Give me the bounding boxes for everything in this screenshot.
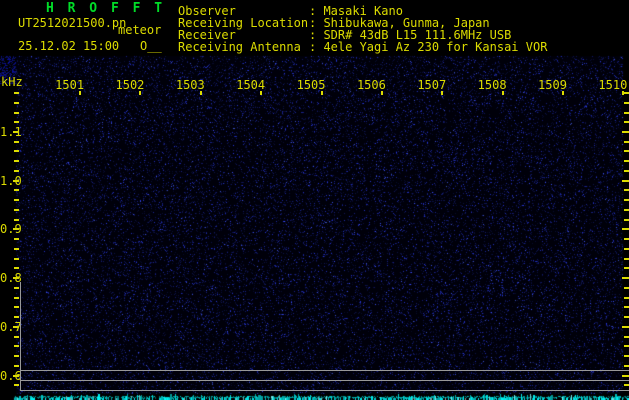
time-axis-label: 1508 bbox=[477, 78, 507, 92]
freq-minor-tick-left bbox=[14, 258, 19, 260]
freq-minor-tick-left bbox=[14, 121, 19, 123]
freq-major-tick-left bbox=[13, 326, 19, 328]
info-label: Receiving Antenna bbox=[178, 40, 301, 54]
freq-minor-tick-right bbox=[624, 297, 629, 299]
time-axis-tick bbox=[260, 91, 262, 95]
time-axis-label: 1506 bbox=[356, 78, 386, 92]
freq-minor-tick-right bbox=[624, 150, 629, 152]
app-title: H R O F F T bbox=[46, 1, 166, 16]
time-axis-tick bbox=[381, 91, 383, 95]
freq-minor-tick-left bbox=[14, 170, 19, 172]
freq-minor-tick-right bbox=[624, 306, 629, 308]
freq-minor-tick-left bbox=[14, 141, 19, 143]
freq-minor-tick-left bbox=[14, 287, 19, 289]
freq-major-tick-right bbox=[622, 180, 629, 182]
freq-major-tick-left bbox=[13, 180, 19, 182]
freq-minor-tick-left bbox=[14, 384, 19, 386]
freq-minor-tick-left bbox=[14, 316, 19, 318]
freq-minor-tick-left bbox=[14, 336, 19, 338]
freq-minor-tick-left bbox=[14, 297, 19, 299]
time-axis-tick bbox=[441, 91, 443, 95]
freq-major-tick-left bbox=[13, 131, 19, 133]
freq-minor-tick-left bbox=[14, 150, 19, 152]
freq-major-tick-right bbox=[622, 131, 629, 133]
freq-minor-tick-right bbox=[624, 102, 629, 104]
time-axis-label: 1510 bbox=[598, 78, 628, 92]
freq-minor-tick-right bbox=[624, 209, 629, 211]
time-axis-label: 1505 bbox=[296, 78, 326, 92]
freq-minor-tick-left bbox=[14, 112, 19, 114]
freq-minor-tick-right bbox=[624, 355, 629, 357]
signal-level-line bbox=[20, 380, 629, 381]
freq-major-tick-right bbox=[622, 375, 629, 377]
freq-minor-tick-left bbox=[14, 238, 19, 240]
freq-minor-tick-left bbox=[14, 248, 19, 250]
time-axis-tick bbox=[321, 91, 323, 95]
info-row-receiving-antenna: Receiving Antenna : 4ele Yagi Az 230 for … bbox=[178, 41, 547, 53]
freq-minor-tick-right bbox=[624, 238, 629, 240]
signal-level-line bbox=[20, 390, 629, 391]
freq-minor-tick-left bbox=[14, 345, 19, 347]
time-axis-tick bbox=[562, 91, 564, 95]
freq-minor-tick-right bbox=[624, 336, 629, 338]
plot-vertical-axis-line bbox=[20, 282, 21, 390]
freq-minor-tick-left bbox=[14, 189, 19, 191]
freq-minor-tick-right bbox=[624, 160, 629, 162]
spectrogram-canvas bbox=[0, 0, 629, 400]
info-value: : 4ele Yagi Az 230 for Kansai VOR bbox=[309, 40, 548, 54]
freq-major-tick-left bbox=[13, 375, 19, 377]
freq-minor-tick-right bbox=[624, 112, 629, 114]
freq-minor-tick-right bbox=[624, 345, 629, 347]
freq-major-tick-right bbox=[622, 277, 629, 279]
time-axis-tick bbox=[200, 91, 202, 95]
time-axis-tick bbox=[139, 91, 141, 95]
freq-minor-tick-right bbox=[624, 141, 629, 143]
time-axis-label: 1503 bbox=[175, 78, 205, 92]
hrofft-window: H R O F F T UT2512021500.pn meteor 25.12… bbox=[0, 0, 629, 400]
freq-minor-tick-right bbox=[624, 316, 629, 318]
freq-minor-tick-left bbox=[14, 355, 19, 357]
time-axis-label: 1502 bbox=[115, 78, 145, 92]
freq-minor-tick-right bbox=[624, 258, 629, 260]
freq-minor-tick-right bbox=[624, 170, 629, 172]
freq-minor-tick-right bbox=[624, 248, 629, 250]
freq-minor-tick-left bbox=[14, 160, 19, 162]
time-axis-label: 1504 bbox=[236, 78, 266, 92]
freq-minor-tick-left bbox=[14, 365, 19, 367]
station-name: meteor bbox=[118, 23, 162, 37]
freq-minor-tick-left bbox=[14, 267, 19, 269]
freq-minor-tick-left bbox=[14, 102, 19, 104]
freq-major-tick-left bbox=[13, 277, 19, 279]
freq-minor-tick-left bbox=[14, 306, 19, 308]
time-axis-label: 1509 bbox=[538, 78, 567, 92]
echo-counter: O__ bbox=[140, 39, 162, 53]
freq-major-tick-right bbox=[622, 326, 629, 328]
freq-minor-tick-right bbox=[624, 287, 629, 289]
freq-major-tick-left bbox=[13, 228, 19, 230]
freq-minor-tick-left bbox=[14, 209, 19, 211]
freq-minor-tick-right bbox=[624, 92, 629, 94]
freq-minor-tick-left bbox=[14, 219, 19, 221]
capture-datetime: 25.12.02 15:00 bbox=[18, 39, 120, 53]
freq-major-tick-right bbox=[622, 228, 629, 230]
freq-minor-tick-left bbox=[14, 92, 19, 94]
freq-minor-tick-left bbox=[14, 199, 19, 201]
khz-unit-label: kHz bbox=[1, 75, 23, 89]
freq-minor-tick-right bbox=[624, 384, 629, 386]
freq-minor-tick-right bbox=[624, 219, 629, 221]
time-axis-tick bbox=[502, 91, 504, 95]
freq-minor-tick-right bbox=[624, 189, 629, 191]
freq-minor-tick-right bbox=[624, 199, 629, 201]
signal-level-line bbox=[20, 370, 629, 371]
freq-minor-tick-right bbox=[624, 365, 629, 367]
time-axis-tick bbox=[79, 91, 81, 95]
capture-filename: UT2512021500.pn bbox=[18, 16, 127, 30]
time-axis-label: 1507 bbox=[417, 78, 447, 92]
time-axis-label: 1501 bbox=[55, 78, 85, 92]
freq-minor-tick-right bbox=[624, 267, 629, 269]
freq-minor-tick-right bbox=[624, 121, 629, 123]
